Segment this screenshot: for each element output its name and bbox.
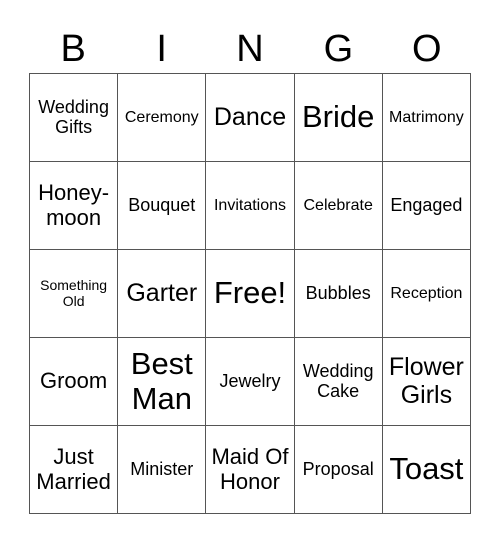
bingo-cell[interactable]: Maid Of Honor <box>206 426 295 514</box>
bingo-cell[interactable]: Matrimony <box>382 74 471 162</box>
bingo-cell[interactable]: Just Married <box>30 426 119 514</box>
bingo-cell[interactable]: Bubbles <box>294 250 383 338</box>
bingo-cell[interactable]: Toast <box>382 426 471 514</box>
header-letter-o: O <box>412 28 442 70</box>
bingo-header: B I N G O <box>29 26 471 72</box>
bingo-cell[interactable]: Jewelry <box>206 338 295 426</box>
bingo-cell[interactable]: Dance <box>206 74 295 162</box>
bingo-cell[interactable]: Honey-moon <box>30 162 119 250</box>
bingo-card-grid: Wedding Gifts Ceremony Dance Bride Matrimony… <box>29 73 471 514</box>
bingo-cell[interactable]: Free! <box>206 250 295 338</box>
bingo-cell[interactable]: Something Old <box>30 250 119 338</box>
bingo-cell[interactable]: Engaged <box>382 162 471 250</box>
bingo-cell[interactable]: Reception <box>382 250 471 338</box>
bingo-cell[interactable]: Groom <box>30 338 119 426</box>
bingo-cell[interactable]: Minister <box>118 426 207 514</box>
bingo-cell[interactable]: Wedding Cake <box>294 338 383 426</box>
bingo-cell[interactable]: Celebrate <box>294 162 383 250</box>
header-letter-g: G <box>323 28 354 70</box>
header-letter-b: B <box>60 28 86 70</box>
bingo-cell[interactable]: Bride <box>294 74 383 162</box>
bingo-cell[interactable]: Flower Girls <box>382 338 471 426</box>
bingo-cell[interactable]: Proposal <box>294 426 383 514</box>
bingo-cell[interactable]: Best Man <box>118 338 207 426</box>
header-letter-n: N <box>236 28 264 70</box>
bingo-cell[interactable]: Ceremony <box>118 74 207 162</box>
bingo-cell[interactable]: Bouquet <box>118 162 207 250</box>
bingo-cell[interactable]: Garter <box>118 250 207 338</box>
bingo-cell[interactable]: Invitations <box>206 162 295 250</box>
header-letter-i: I <box>156 28 167 70</box>
bingo-cell[interactable]: Wedding Gifts <box>30 74 119 162</box>
